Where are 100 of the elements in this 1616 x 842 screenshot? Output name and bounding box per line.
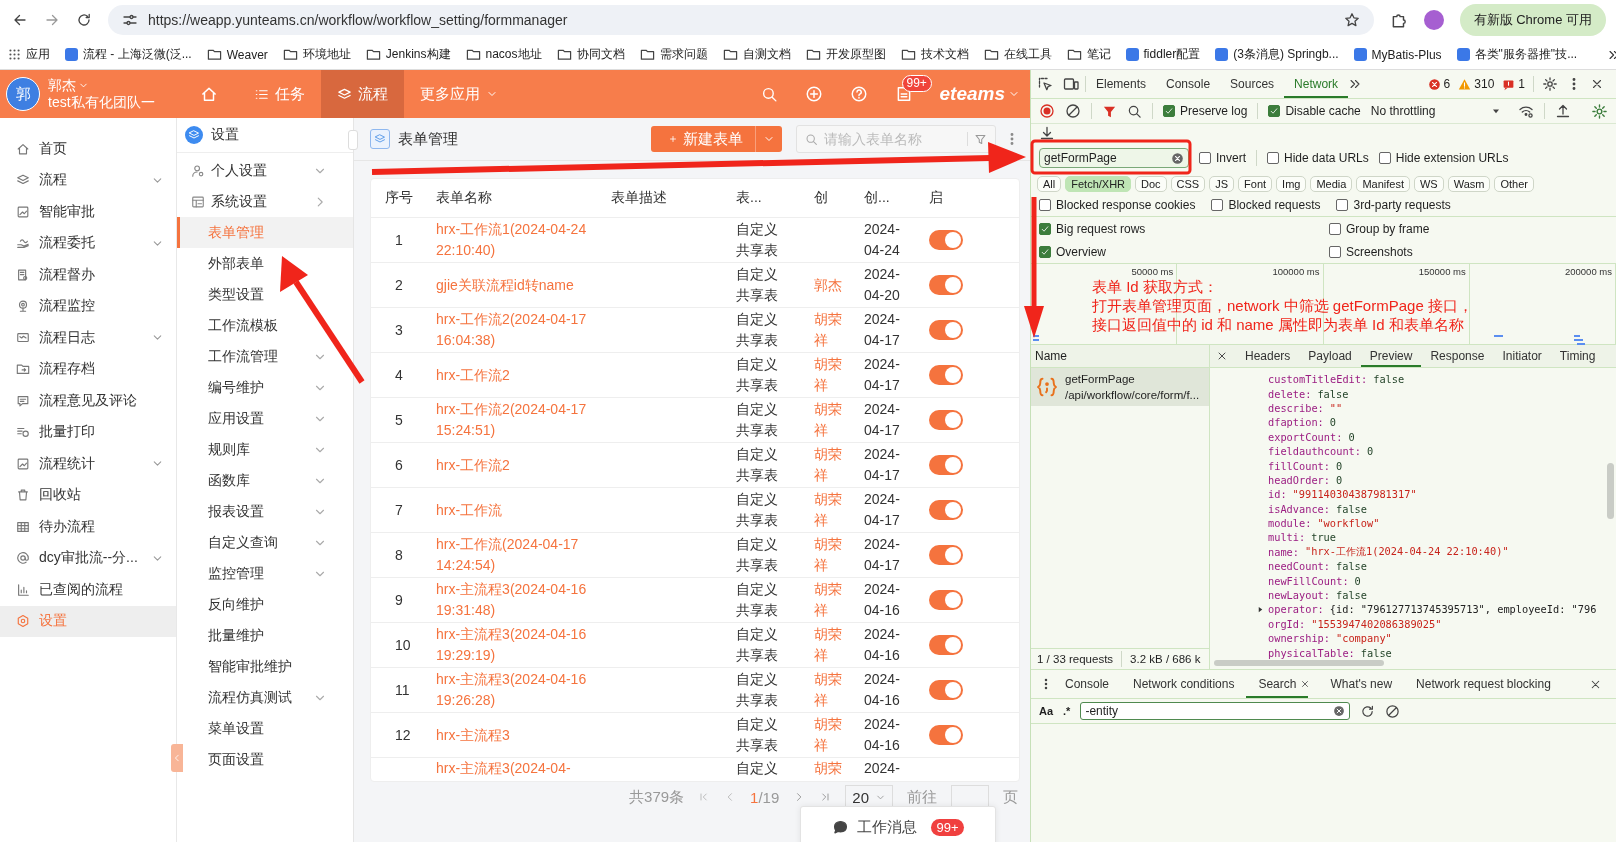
type-filter-chip[interactable]: Media [1310,176,1353,192]
sidebar-item[interactable]: dcy审批流--分... [0,542,176,574]
throttling-select[interactable]: No throttling [1370,104,1480,118]
submenu-item[interactable]: 监控管理 [177,558,353,589]
detail-tab[interactable]: Headers [1236,345,1300,367]
sidebar-item[interactable]: 已查阅的流程 [0,574,176,606]
bookmark[interactable]: 笔记 [1066,46,1111,63]
reload-icon[interactable] [76,12,92,28]
type-filter-chip[interactable]: Img [1276,176,1307,192]
type-filter-chip[interactable]: CSS [1170,176,1206,192]
checkbox[interactable] [1163,105,1175,117]
column-header[interactable]: 表单名称 [436,189,611,207]
clear-icon[interactable] [1385,703,1401,719]
bookmark[interactable]: nacos地址 [465,46,542,63]
drawer-tab[interactable]: Console [1053,670,1122,698]
type-filter-chip[interactable]: Font [1238,176,1273,192]
settings-icon[interactable] [1542,76,1558,92]
type-filter-chip[interactable]: JS [1209,176,1235,192]
clear-input-icon[interactable] [1333,705,1346,717]
checkbox[interactable] [1039,222,1051,235]
avatar-icon[interactable] [1423,10,1444,30]
request-row[interactable]: getFormPage /api/workflow/core/form/f... [1031,368,1209,406]
sidebar-item[interactable]: 流程统计 [0,448,176,480]
clear-input-icon[interactable] [1171,151,1184,165]
sidebar-item[interactable]: 流程存档 [0,353,176,385]
error-count[interactable]: 6 [1443,77,1451,91]
expand-icon[interactable] [1257,606,1264,614]
update-button[interactable]: 有新版 Chrome 可用 [1459,4,1606,36]
sidebar-item[interactable]: 流程督办 [0,259,176,291]
sidebar-item[interactable]: 流程日志 [0,322,176,354]
bookmark[interactable]: 技术文档 [900,46,969,63]
close-icon[interactable] [1590,77,1604,91]
download-icon[interactable] [1039,125,1055,141]
detail-tab[interactable]: Preview [1360,345,1422,367]
inspect-icon[interactable] [1037,76,1053,92]
sidebar-item[interactable]: 流程 [0,164,176,196]
toggle-switch[interactable] [929,320,963,340]
bookmark[interactable]: 应用 [8,46,50,63]
checkbox[interactable] [1336,199,1349,211]
star-icon[interactable] [1343,12,1360,28]
search-box[interactable]: 请输入表单名称 [796,125,996,153]
toggle-switch[interactable] [929,590,963,610]
detail-tab[interactable]: Payload [1299,345,1361,367]
bookmark[interactable]: 开发原型图 [805,46,886,63]
type-filter-chip[interactable]: Wasm [1447,176,1491,192]
toggle-switch[interactable] [929,275,963,295]
column-header[interactable]: Name [1035,349,1067,363]
toggle-switch[interactable] [929,725,963,745]
checkbox[interactable] [1199,152,1211,164]
submenu-item[interactable]: 自定义查询 [177,527,353,558]
drawer-tab[interactable]: Network request blocking [1404,670,1563,698]
bookmark[interactable]: 环境地址 [282,46,351,63]
submenu-item[interactable]: 应用设置 [177,403,353,434]
submenu-item[interactable]: 反向维护 [177,589,353,620]
nav-tab[interactable]: 流程 [321,70,404,118]
bookmark[interactable]: 在线工具 [983,46,1052,63]
type-filter-chip[interactable]: Other [1494,176,1534,192]
bookmark[interactable]: 需求问题 [639,46,708,63]
collapse-handle[interactable] [171,744,183,772]
devtools-tab[interactable]: Network [1284,70,1349,98]
submenu-item[interactable]: 工作流管理 [177,341,353,372]
filter-icon[interactable] [974,132,987,146]
submenu-item[interactable]: 编号维护 [177,372,353,403]
checkbox[interactable] [1039,245,1051,258]
record-icon[interactable] [1039,103,1055,119]
devtools-tab[interactable]: Console [1156,70,1221,98]
issue-count[interactable]: 1 [1518,77,1525,91]
toggle-switch[interactable] [929,365,963,385]
search-field[interactable]: -entity [1080,702,1351,720]
submenu-item[interactable]: 页面设置 [177,744,353,775]
device-toolbar-icon[interactable] [1063,76,1079,92]
collapse-handle[interactable] [348,130,358,150]
upload-icon[interactable] [1555,103,1571,119]
checkbox[interactable] [1268,105,1281,117]
work-messages-button[interactable]: 工作消息 99+ [800,806,996,842]
bookmark[interactable]: Jenkins构建 [365,46,451,63]
user-avatar[interactable]: 郭 [6,77,40,111]
address-bar[interactable]: https://weapp.yunteams.cn/workflow/workflow_setting/formmanager [108,5,1374,35]
sidebar-item[interactable]: 流程意见及评论 [0,385,176,417]
submenu-item[interactable]: 批量维护 [177,620,353,651]
sidebar-item[interactable]: 批量打印 [0,416,176,448]
submenu-item[interactable]: 系统设置 [177,186,353,217]
column-header[interactable]: 启 [929,189,1019,207]
close-icon[interactable] [1300,679,1311,689]
toggle-switch[interactable] [929,680,963,700]
help-icon[interactable] [849,85,868,103]
submenu-item[interactable]: 报表设置 [177,496,353,527]
bookmark[interactable]: 协同文档 [556,46,625,63]
type-filter-chip[interactable]: Doc [1135,176,1167,192]
checkbox[interactable] [1329,222,1341,235]
submenu-item[interactable]: 外部表单 [177,248,353,279]
bookmark[interactable]: 自测文档 [722,46,791,63]
checkbox[interactable] [1267,152,1279,164]
forward-icon[interactable] [44,12,60,28]
submenu-item[interactable]: 菜单设置 [177,713,353,744]
toggle-switch[interactable] [929,230,963,250]
toggle-switch[interactable] [929,545,963,565]
search-field[interactable]: 请输入表单名称 [824,131,961,147]
search-icon[interactable] [1127,103,1142,119]
type-filter-chip[interactable]: Fetch/XHR [1065,176,1132,192]
